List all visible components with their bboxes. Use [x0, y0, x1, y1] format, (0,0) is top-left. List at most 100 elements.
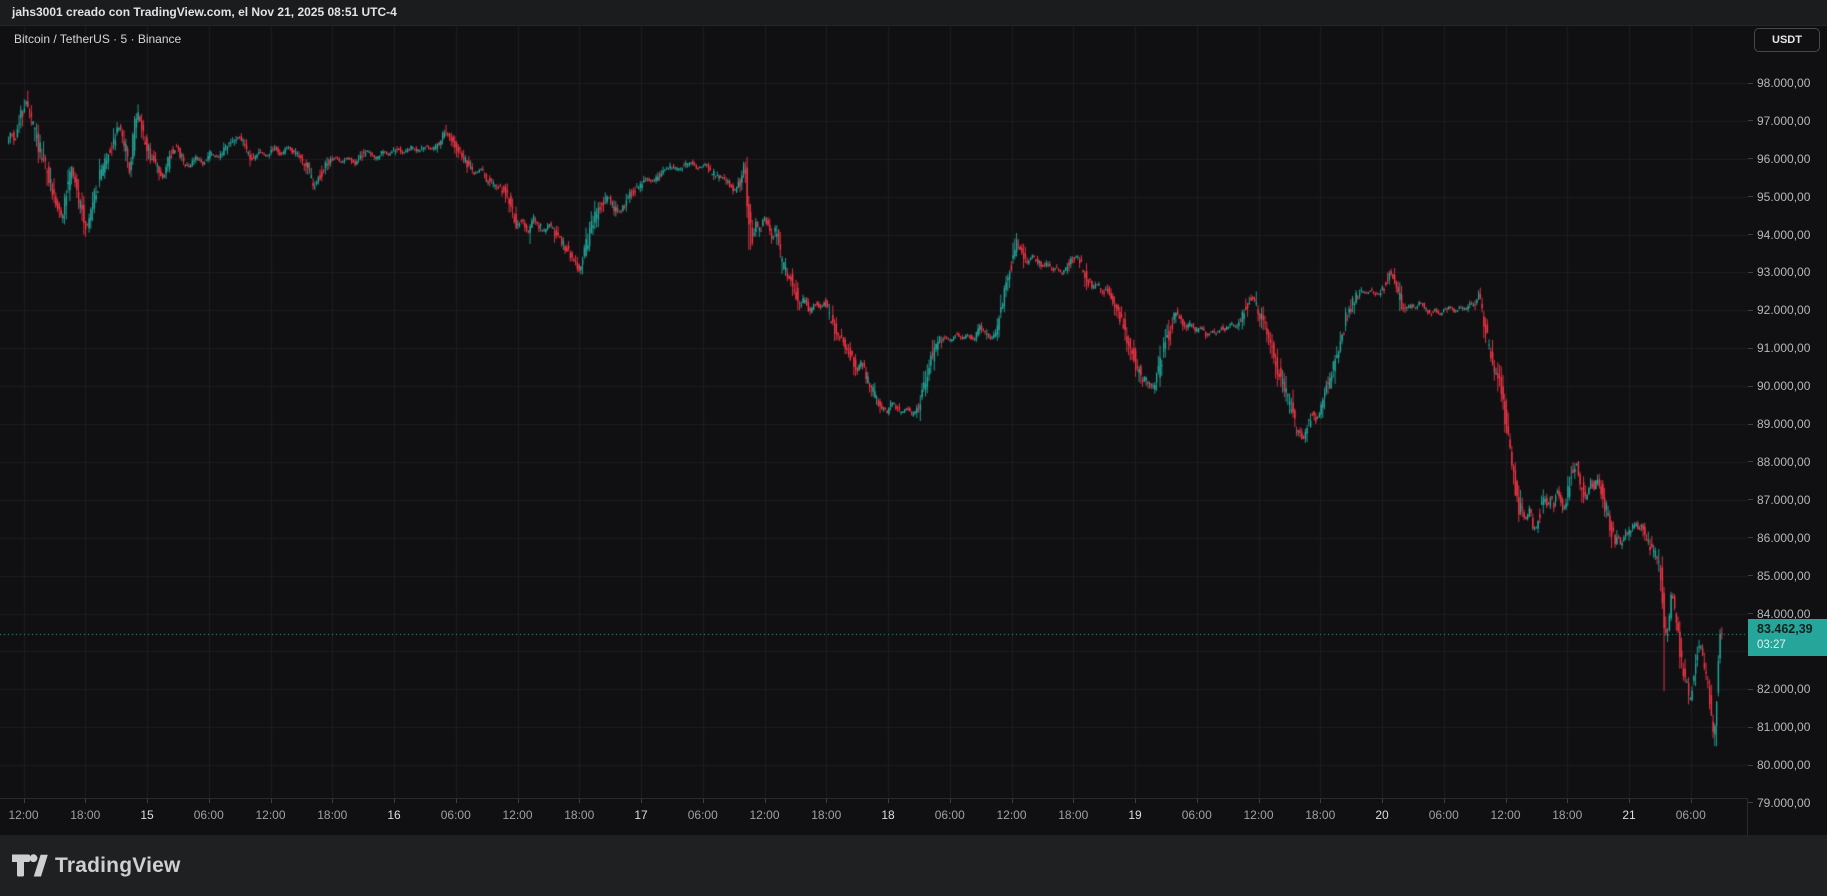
time-tick-mark — [579, 799, 581, 803]
price-tick-label: 94.000,00 — [1757, 227, 1811, 242]
time-tick-label: 06:00 — [1181, 808, 1212, 822]
attribution-text: jahs3001 creado con TradingView.com, el … — [12, 5, 397, 19]
time-tick-label: 12:00 — [8, 808, 39, 822]
last-price-badge: 83.462,39 03:27 — [1748, 618, 1827, 656]
price-tick-mark — [1748, 802, 1753, 804]
price-tick-label: 79.000,00 — [1757, 795, 1811, 810]
footer-bar: TradingView — [0, 835, 1827, 896]
tradingview-logo-icon — [12, 854, 48, 877]
time-tick-label: 12:00 — [996, 808, 1027, 822]
time-tick-label: 12:00 — [1490, 808, 1521, 822]
time-tick-label: 18:00 — [70, 808, 101, 822]
price-tick-label: 96.000,00 — [1757, 151, 1811, 166]
price-tick-label: 86.000,00 — [1757, 530, 1811, 545]
time-tick-label: 12:00 — [502, 808, 533, 822]
time-tick-mark — [1443, 799, 1445, 803]
price-tick-label: 82.000,00 — [1757, 682, 1811, 697]
price-axis[interactable]: USDT 83.462,39 03:27 98.000,00 97.000,00 9… — [1748, 26, 1827, 836]
price-tick-mark — [1748, 309, 1753, 311]
time-tick-mark — [394, 799, 395, 803]
time-tick-label: 18:00 — [1305, 808, 1336, 822]
time-tick-mark — [1135, 799, 1136, 803]
price-tick-label: 97.000,00 — [1757, 113, 1811, 128]
time-tick-label: 19 — [1128, 808, 1142, 822]
chart-area: Bitcoin / TetherUS · 5 · Binance 12:00 18… — [0, 25, 1827, 836]
time-tick-mark — [517, 799, 519, 803]
time-tick-mark — [702, 799, 704, 803]
time-tick-mark — [147, 799, 148, 803]
time-tick-label: 06:00 — [440, 808, 471, 822]
price-tick-mark — [1748, 158, 1753, 160]
time-tick-mark — [888, 799, 889, 803]
time-tick-mark — [332, 799, 334, 803]
candlestick-chart-canvas[interactable] — [0, 26, 1748, 798]
price-tick-mark — [1748, 461, 1753, 463]
time-tick-label: 12:00 — [255, 808, 286, 822]
price-tick-label: 89.000,00 — [1757, 417, 1811, 432]
symbol-legend[interactable]: Bitcoin / TetherUS · 5 · Binance — [14, 32, 181, 46]
time-tick-label: 18:00 — [811, 808, 842, 822]
time-tick-mark — [1073, 799, 1075, 803]
price-tick-label: 87.000,00 — [1757, 492, 1811, 507]
time-tick-label: 20 — [1375, 808, 1389, 822]
time-tick-label: 17 — [634, 808, 648, 822]
price-tick-mark — [1748, 271, 1753, 273]
time-tick-mark — [23, 799, 25, 803]
time-tick-mark — [1629, 799, 1630, 803]
price-tick-mark — [1748, 688, 1753, 690]
last-price-value: 83.462,39 — [1757, 621, 1813, 636]
time-tick-mark — [764, 799, 766, 803]
time-tick-label: 18:00 — [317, 808, 348, 822]
time-tick-label: 18:00 — [1058, 808, 1089, 822]
price-tick-mark — [1748, 82, 1753, 84]
time-tick-label: 06:00 — [1675, 808, 1706, 822]
time-tick-mark — [1320, 799, 1322, 803]
time-tick-label: 15 — [140, 808, 154, 822]
time-tick-mark — [1011, 799, 1013, 803]
time-tick-mark — [1505, 799, 1507, 803]
price-tick-mark — [1748, 423, 1753, 425]
price-tick-label: 91.000,00 — [1757, 341, 1811, 356]
time-tick-mark — [1567, 799, 1569, 803]
time-tick-label: 18:00 — [564, 808, 595, 822]
time-tick-mark — [455, 799, 457, 803]
time-tick-label: 06:00 — [687, 808, 718, 822]
time-tick-mark — [208, 799, 210, 803]
price-tick-mark — [1748, 726, 1753, 728]
price-tick-mark — [1748, 575, 1753, 577]
time-tick-mark — [1690, 799, 1692, 803]
price-tick-label: 81.000,00 — [1757, 720, 1811, 735]
time-tick-mark — [949, 799, 951, 803]
tradingview-brand-link[interactable]: TradingView — [12, 852, 181, 879]
time-tick-mark — [1258, 799, 1260, 803]
tradingview-wordmark: TradingView — [55, 853, 181, 877]
price-tick-label: 88.000,00 — [1757, 454, 1811, 469]
time-tick-label: 12:00 — [1243, 808, 1274, 822]
time-tick-label: 18 — [881, 808, 895, 822]
bar-countdown: 03:27 — [1757, 638, 1786, 651]
currency-toggle-button[interactable]: USDT — [1754, 28, 1820, 52]
time-tick-mark — [641, 799, 642, 803]
price-tick-mark — [1748, 347, 1753, 349]
time-tick-label: 06:00 — [934, 808, 965, 822]
price-tick-mark — [1748, 234, 1753, 236]
price-tick-mark — [1748, 764, 1753, 766]
time-tick-mark — [1382, 799, 1383, 803]
price-tick-mark — [1748, 499, 1753, 501]
price-tick-label: 80.000,00 — [1757, 758, 1811, 773]
attribution-bar: jahs3001 creado con TradingView.com, el … — [0, 0, 1827, 25]
price-tick-mark — [1748, 196, 1753, 198]
time-tick-label: 16 — [387, 808, 401, 822]
price-tick-label: 92.000,00 — [1757, 303, 1811, 318]
time-tick-mark — [826, 799, 828, 803]
price-tick-label: 85.000,00 — [1757, 568, 1811, 583]
price-tick-mark — [1748, 613, 1753, 615]
price-tick-label: 90.000,00 — [1757, 379, 1811, 394]
time-tick-label: 06:00 — [1428, 808, 1459, 822]
time-tick-label: 21 — [1622, 808, 1636, 822]
tradingview-window: jahs3001 creado con TradingView.com, el … — [0, 0, 1827, 896]
time-axis[interactable]: 12:00 18:00 15 06:00 12:00 18:00 16 06:00 12:00 1… — [0, 798, 1748, 836]
time-tick-label: 18:00 — [1552, 808, 1583, 822]
time-tick-label: 12:00 — [749, 808, 780, 822]
chart-pane[interactable]: Bitcoin / TetherUS · 5 · Binance 12:00 18… — [0, 26, 1748, 836]
